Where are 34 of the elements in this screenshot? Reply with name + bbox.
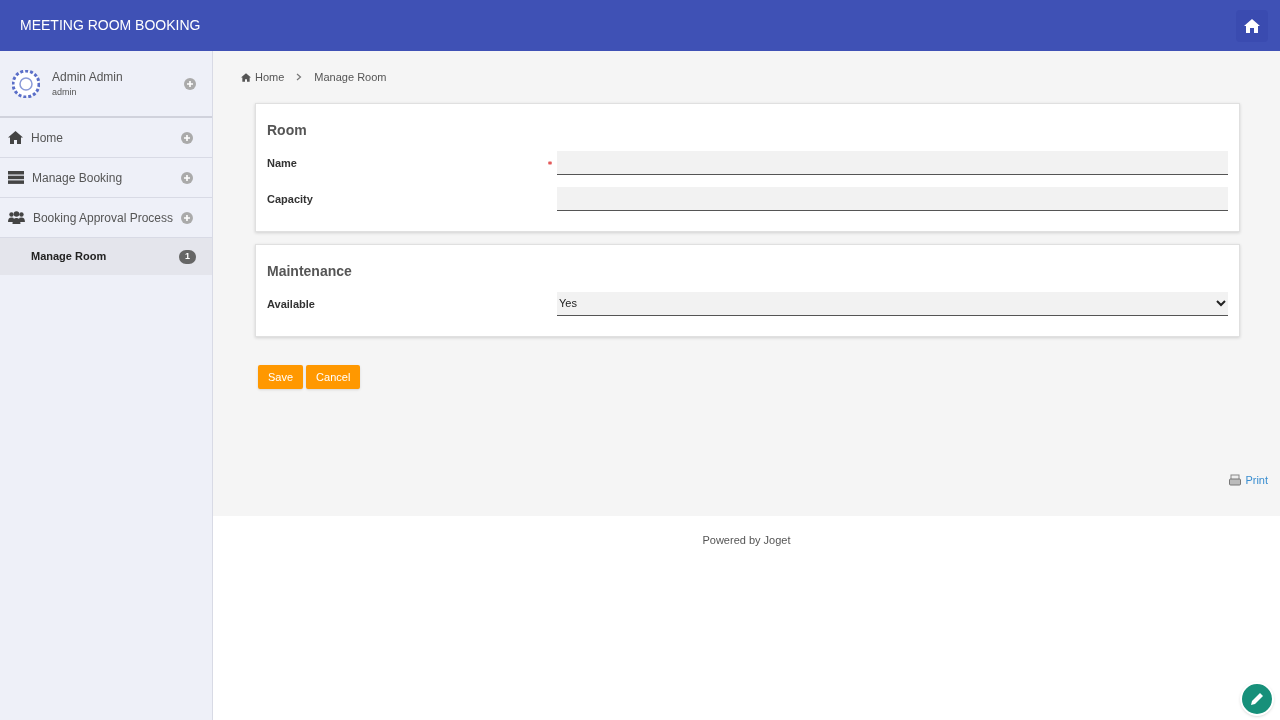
user-login: admin (52, 85, 78, 99)
app-title: MEETING ROOM BOOKING (20, 16, 201, 35)
sidebar-item[interactable]: Home (0, 118, 212, 158)
sidebar-item[interactable]: Manage Room 1 (0, 238, 212, 275)
plus-circle-icon[interactable] (181, 211, 193, 224)
home-button[interactable] (1236, 9, 1268, 42)
field-label: Name (267, 155, 298, 171)
home-icon (241, 72, 251, 82)
plus-circle-icon[interactable] (181, 171, 193, 184)
section-title: Room (267, 121, 308, 140)
footer-text: Powered by Joget (702, 533, 791, 548)
printer-icon (1229, 473, 1242, 486)
breadcrumb-link[interactable]: Manage Room (314, 68, 387, 86)
user-name: Admin Admin (52, 68, 123, 86)
edit-button[interactable] (1240, 682, 1274, 716)
pencil-icon (1249, 691, 1265, 707)
users-icon (8, 211, 25, 224)
breadcrumb-link[interactable]: Home (241, 68, 285, 86)
sidebar-item[interactable]: Manage Booking (0, 158, 212, 198)
count-badge: 1 (179, 249, 196, 264)
chevron-right-icon (296, 73, 303, 81)
dropdown-field[interactable]: Yes (557, 292, 1228, 316)
home-icon (8, 131, 23, 144)
home-icon (1243, 17, 1261, 34)
input-field[interactable] (557, 151, 1228, 175)
input-field[interactable] (557, 187, 1228, 211)
avatar-icon (12, 69, 40, 98)
section-title: Maintenance (267, 262, 353, 281)
server-icon (8, 171, 24, 184)
field-label: Capacity (267, 191, 314, 207)
plus-circle-icon[interactable] (181, 131, 193, 144)
chevron-down-icon (1216, 300, 1226, 307)
plus-circle-icon[interactable] (184, 77, 196, 90)
field-label: Available (267, 296, 316, 312)
